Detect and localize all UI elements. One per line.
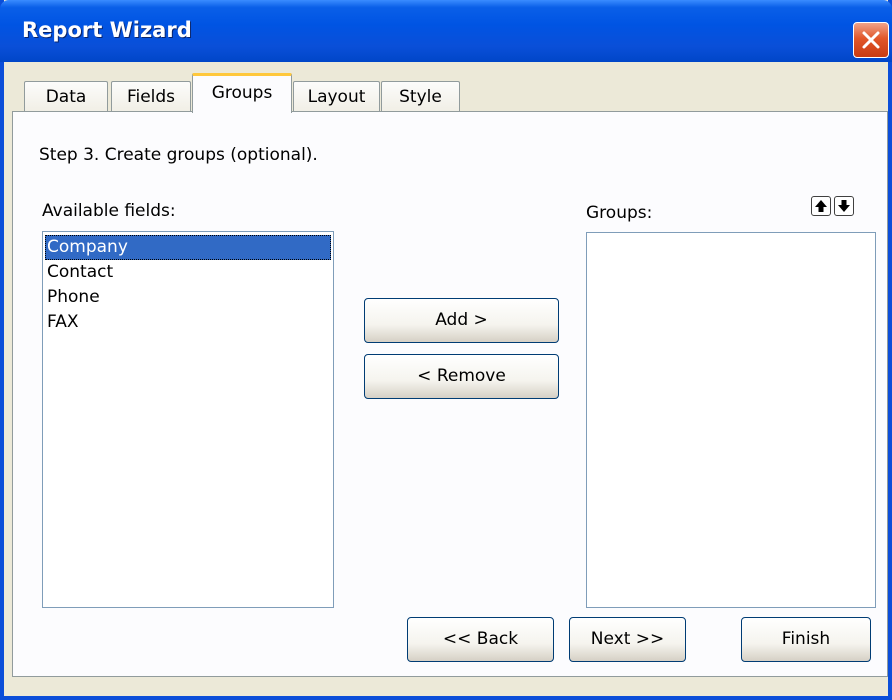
move-down-button[interactable] [834, 196, 854, 216]
tab-groups-label: Groups [211, 83, 273, 103]
finish-button[interactable]: Finish [741, 617, 871, 662]
tab-data-label: Data [45, 87, 87, 107]
tab-fields-label: Fields [126, 87, 176, 107]
close-button[interactable] [853, 22, 889, 58]
tab-groups[interactable]: Groups [192, 73, 292, 113]
add-button-label: Add > [435, 310, 488, 330]
list-item[interactable]: Phone [45, 285, 331, 310]
available-fields-label: Available fields: [42, 201, 176, 221]
tab-style[interactable]: Style [381, 81, 460, 111]
tab-style-label: Style [399, 87, 442, 107]
list-item[interactable]: Contact [45, 260, 331, 285]
remove-button-label: < Remove [417, 366, 506, 386]
groups-label: Groups: [586, 203, 653, 223]
tab-fields[interactable]: Fields [111, 81, 191, 111]
available-fields-list[interactable]: Company Contact Phone FAX [42, 231, 334, 608]
next-button[interactable]: Next >> [569, 617, 686, 662]
tab-layout[interactable]: Layout [293, 81, 380, 111]
move-up-button[interactable] [811, 196, 831, 216]
tab-layout-label: Layout [307, 87, 366, 107]
report-wizard-window: Report Wizard Data Fields Groups Layout … [0, 0, 892, 700]
remove-button[interactable]: < Remove [364, 354, 559, 399]
close-icon [862, 31, 880, 49]
list-item[interactable]: FAX [45, 310, 331, 335]
title-bar[interactable]: Report Wizard [0, 0, 892, 62]
add-button[interactable]: Add > [364, 298, 559, 343]
arrow-down-icon [838, 200, 850, 212]
next-button-label: Next >> [590, 629, 665, 649]
window-title: Report Wizard [22, 18, 192, 42]
back-button[interactable]: << Back [407, 617, 554, 662]
back-button-label: << Back [442, 629, 519, 649]
finish-button-label: Finish [781, 629, 831, 649]
step-instruction: Step 3. Create groups (optional). [39, 145, 318, 165]
arrow-up-icon [815, 200, 827, 212]
tab-data[interactable]: Data [24, 81, 108, 111]
list-item[interactable]: Company [45, 235, 331, 260]
groups-tab-panel: Step 3. Create groups (optional). Availa… [12, 111, 888, 677]
groups-list[interactable] [586, 232, 876, 608]
